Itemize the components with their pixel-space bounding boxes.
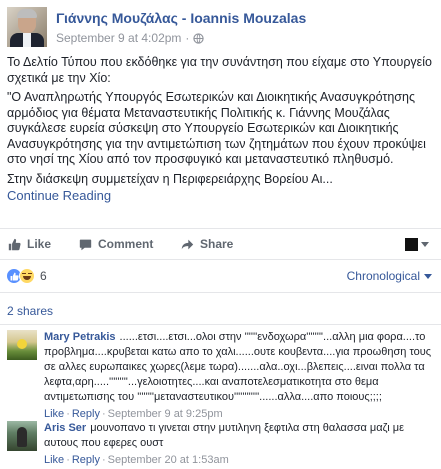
author-name[interactable]: Γιάννης Μουζάλας - Ioannis Mouzalas [56, 10, 306, 26]
comment-sort-dropdown[interactable]: Chronological [347, 269, 432, 283]
comment-icon [79, 239, 92, 250]
share-button[interactable]: Share [181, 233, 233, 255]
like-button[interactable]: Like [8, 233, 51, 255]
post-paragraph: Το Δελτίο Τύπου που εκδόθηκε για την συν… [7, 55, 432, 85]
reaction-count: 6 [40, 269, 47, 283]
chevron-down-icon [424, 273, 432, 279]
share-icon [181, 239, 194, 249]
post-text: Το Δελτίο Τύπου που εκδόθηκε για την συν… [7, 55, 437, 204]
author-avatar[interactable] [7, 7, 47, 47]
post-actions: Like Comment Share [0, 233, 441, 255]
post-paragraph: "Ο Αναπληρωτής Υπουργός Εσωτερικών και Δ… [7, 90, 426, 166]
comment-like-link[interactable]: Like [44, 454, 64, 466]
divider [0, 228, 441, 229]
globe-icon[interactable] [193, 32, 205, 44]
like-label: Like [27, 237, 52, 251]
share-label: Share [200, 237, 234, 251]
comment-body: Mary Petrakis ......ετσι....ετσι...ολοι σ… [44, 330, 439, 422]
comment-reply-link[interactable]: Reply [72, 454, 100, 466]
shares-link[interactable]: 2 shares [7, 304, 53, 318]
divider [0, 259, 441, 260]
chevron-down-icon [421, 241, 429, 247]
comment-text: μουνοπανο τι γινεται στην μυτιληνη ξεφτι… [44, 422, 404, 449]
commenter-name[interactable]: Mary Petrakis [44, 331, 116, 343]
comment-body: Aris Ser μουνοπανο τι γινεται στην μυτιλη… [44, 421, 439, 468]
like-icon [8, 238, 21, 250]
comment-button[interactable]: Comment [79, 233, 153, 255]
post-timestamp[interactable]: September 9 at 4:02pm [56, 31, 181, 45]
meta-separator: · [185, 31, 190, 45]
audience-icon [405, 237, 418, 251]
commenter-name[interactable]: Aris Ser [44, 422, 86, 434]
reactions-summary[interactable]: 6 [6, 267, 47, 285]
comment-time[interactable]: September 9 at 9:25pm [108, 408, 223, 420]
commenter-avatar[interactable] [7, 330, 37, 360]
haha-reaction-icon [19, 268, 35, 284]
divider [0, 324, 441, 325]
post-header: Γιάννης Μουζάλας - Ioannis Mouzalas Sept… [7, 7, 437, 47]
audience-selector[interactable] [405, 233, 429, 255]
comment-reply-link[interactable]: Reply [72, 408, 100, 420]
comment-footer: Like · Reply · September 20 at 1:53am [44, 454, 229, 466]
comment-like-link[interactable]: Like [44, 408, 64, 420]
comment-time[interactable]: September 20 at 1:53am [108, 454, 229, 466]
comment-label: Comment [98, 237, 154, 251]
facebook-post: Γιάννης Μουζάλας - Ioannis Mouzalas Sept… [0, 0, 441, 469]
commenter-avatar[interactable] [7, 421, 37, 451]
sort-label: Chronological [346, 269, 420, 283]
post-paragraph: Στην διάσκεψη συμμετείχαν η Περιφερειάρχ… [7, 171, 333, 186]
divider [0, 292, 441, 293]
post-meta: September 9 at 4:02pm · [56, 31, 205, 45]
comment-footer: Like · Reply · September 9 at 9:25pm [44, 408, 223, 420]
continue-reading-link[interactable]: Continue Reading [7, 188, 437, 204]
